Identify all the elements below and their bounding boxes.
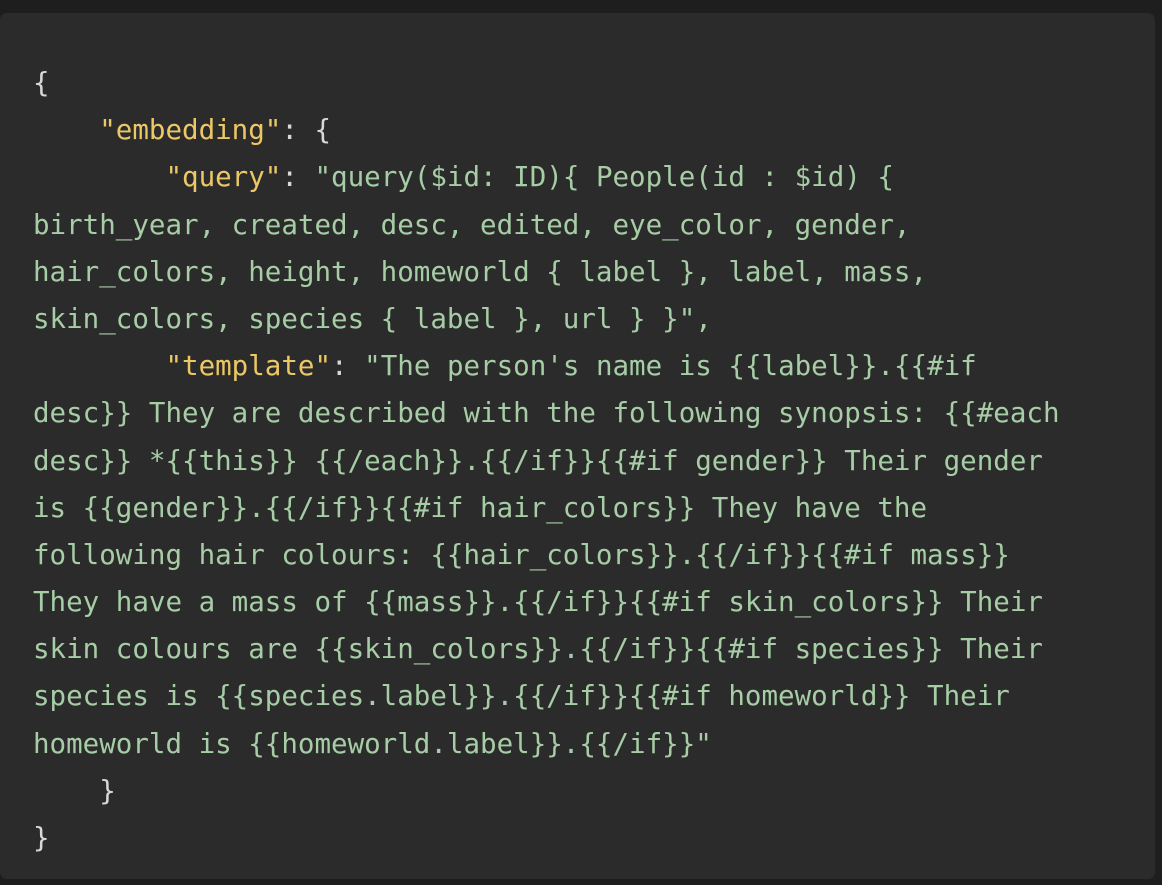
code-line-16: } — [33, 774, 116, 807]
code-line-15: homeworld is {{homeworld.label}}.{{/if}}… — [33, 727, 712, 760]
code-content: { "embedding": { "query": "query($id: ID… — [33, 60, 1155, 862]
colon: : — [331, 350, 365, 383]
code-line-17: } — [33, 822, 50, 854]
code-line-10: is {{gender}}.{{/if}}{{#if hair_colors}}… — [33, 491, 928, 524]
code-line-13: skin colours are {{skin_colors}}.{{/if}}… — [33, 633, 1043, 666]
code-line-8: desc}} They are described with the follo… — [33, 397, 1060, 430]
code-line-5: hair_colors, height, homeworld { label }… — [33, 255, 928, 288]
template-value-line-1: "The person's name is {{label}}.{{#if — [364, 350, 977, 383]
code-line-1: { — [33, 60, 1155, 107]
code-line-4: birth_year, created, desc, edited, eye_c… — [33, 208, 911, 241]
code-line-11: following hair colours: {{hair_colors}}.… — [33, 538, 1010, 571]
code-line-14: species is {{species.label}}.{{/if}}{{#i… — [33, 680, 1010, 713]
code-line-7: "template": "The person's name is {{labe… — [33, 343, 1155, 390]
code-line-6: skin_colors, species { label }, url } }"… — [33, 302, 712, 335]
query-value-line-1: "query($id: ID){ People(id : $id) { — [314, 161, 894, 194]
template-key: "template" — [165, 350, 332, 383]
colon: : — [281, 161, 315, 194]
code-line-9: desc}} *{{this}} {{/each}}.{{/if}}{{#if … — [33, 444, 1043, 477]
code-line-12: They have a mass of {{mass}}.{{/if}}{{#i… — [33, 586, 1043, 619]
code-block: { "embedding": { "query": "query($id: ID… — [0, 13, 1155, 879]
open-brace: { — [33, 67, 50, 99]
embedding-key: "embedding" — [99, 114, 282, 147]
code-line-2: "embedding": { — [33, 107, 1155, 154]
query-key: "query" — [165, 161, 282, 194]
code-line-3: "query": "query($id: ID){ People(id : $i… — [33, 154, 1155, 201]
colon-brace: : { — [281, 114, 332, 147]
